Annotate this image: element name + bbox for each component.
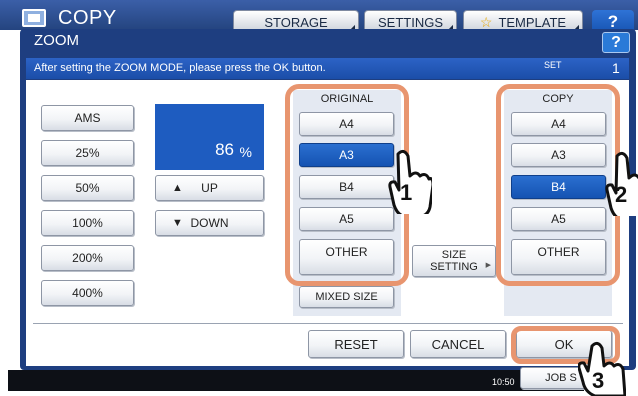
mixed-size-button[interactable]: MIXED SIZE xyxy=(299,286,394,308)
message-bar: After setting the ZOOM MODE, please pres… xyxy=(26,58,629,79)
down-label: DOWN xyxy=(190,216,229,230)
storage-label: STORAGE xyxy=(264,14,328,30)
app-top-bar: COPY STORAGE ◢ SETTINGS ◢ ☆ TEMPLATE ◢ ? xyxy=(0,0,638,34)
instruction-message: After setting the ZOOM MODE, please pres… xyxy=(34,62,326,74)
dialog-help-button[interactable]: ? xyxy=(602,32,630,53)
set-label: SET xyxy=(544,60,562,70)
cancel-button[interactable]: CANCEL xyxy=(410,330,506,358)
zoom-unit: % xyxy=(239,144,252,160)
zoom-down-button[interactable]: ▼ DOWN xyxy=(155,210,264,236)
copier-icon xyxy=(22,9,46,27)
copy-callout xyxy=(496,84,620,286)
hand-pointer-icon: 2 xyxy=(605,151,638,216)
size-setting-button[interactable]: SIZE SETTING ▶ xyxy=(412,245,496,277)
down-triangle-icon: ▼ xyxy=(172,217,183,229)
up-triangle-icon: ▲ xyxy=(172,182,183,194)
screen: COPY STORAGE ◢ SETTINGS ◢ ☆ TEMPLATE ◢ ?… xyxy=(0,0,638,396)
dialog-title: ZOOM xyxy=(34,32,79,49)
zoom-400-button[interactable]: 400% xyxy=(41,280,134,306)
set-number: 1 xyxy=(612,60,620,76)
divider xyxy=(33,323,623,324)
app-title: COPY xyxy=(58,7,117,29)
hand-pointer-icon: 3 xyxy=(578,341,626,396)
zoom-100-button[interactable]: 100% xyxy=(41,210,134,236)
step-2-number: 2 xyxy=(615,182,627,207)
zoom-up-button[interactable]: ▲ UP xyxy=(155,175,264,201)
star-icon: ☆ xyxy=(479,13,493,30)
hand-pointer-icon: 1 xyxy=(388,149,432,214)
step-1-number: 1 xyxy=(400,180,412,205)
caret-right-icon: ▶ xyxy=(485,262,491,269)
clock: 10:50 xyxy=(492,377,515,387)
up-label: UP xyxy=(201,181,218,195)
step-3-number: 3 xyxy=(592,368,604,393)
zoom-value: 86 xyxy=(215,140,234,159)
settings-label: SETTINGS xyxy=(377,14,443,30)
zoom-ams-button[interactable]: AMS xyxy=(41,105,134,131)
size-setting-line2: SETTING xyxy=(430,261,478,273)
zoom-50-button[interactable]: 50% xyxy=(41,175,134,201)
template-label: TEMPLATE xyxy=(498,14,567,30)
reset-button[interactable]: RESET xyxy=(308,330,404,358)
size-setting-line1: SIZE xyxy=(441,249,467,261)
zoom-value-display: 86 % xyxy=(155,104,264,170)
zoom-200-button[interactable]: 200% xyxy=(41,245,134,271)
zoom-25-button[interactable]: 25% xyxy=(41,140,134,166)
